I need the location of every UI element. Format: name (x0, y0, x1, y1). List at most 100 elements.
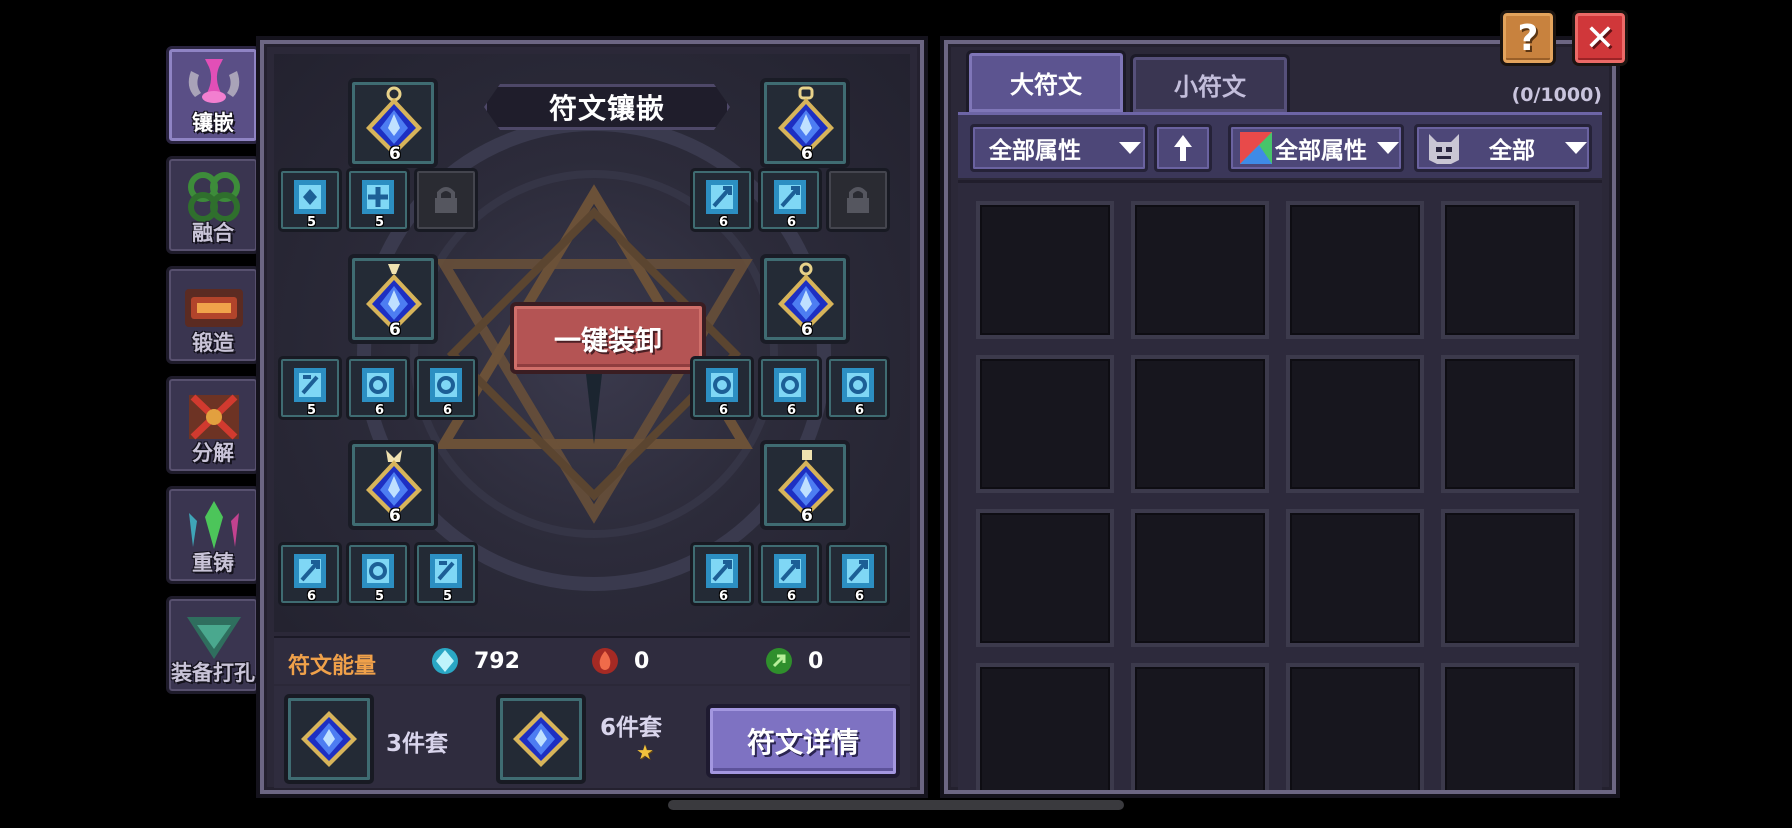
energy-blue: 792 (430, 646, 520, 676)
rune-level: 5 (307, 215, 317, 230)
small-rune-slot[interactable]: 6 (346, 356, 410, 420)
rune-level: 6 (719, 589, 729, 604)
inventory-cell[interactable] (1286, 201, 1424, 339)
inventory-cell[interactable] (1131, 201, 1269, 339)
sidebar-tab-decompose[interactable]: 分解 (166, 376, 260, 474)
set-6-rune-slot[interactable] (496, 694, 586, 784)
small-rune-slot[interactable]: 6 (690, 168, 754, 232)
tab-small-rune[interactable]: 小符文 (1130, 54, 1290, 112)
tab-big-rune[interactable]: 大符文 (966, 50, 1126, 112)
sidebar-tab-label: 分解 (192, 441, 234, 465)
rune-level: 5 (307, 403, 317, 418)
small-rune-slot[interactable]: 5 (346, 542, 410, 606)
small-rune-icon (706, 554, 738, 588)
rune-level: 6 (787, 403, 797, 418)
small-rune-slot[interactable]: 5 (278, 168, 342, 232)
element-filter-dropdown[interactable]: 全部属性 (1228, 124, 1404, 172)
inventory-cell[interactable] (1441, 663, 1579, 790)
inventory-cell[interactable] (1131, 663, 1269, 790)
sidebar-tab-label: 镶嵌 (192, 111, 234, 135)
inventory-cell[interactable] (1131, 355, 1269, 493)
big-rune-slot-right-2[interactable]: 6 (760, 254, 850, 344)
inventory-cell[interactable] (1131, 509, 1269, 647)
small-rune-slot[interactable]: 5 (414, 542, 478, 606)
chevron-down-icon (1565, 142, 1587, 154)
sidebar-tab-label: 装备打孔 (171, 661, 255, 685)
energy-red: 0 (590, 646, 649, 676)
rune-level: 6 (307, 589, 317, 604)
small-rune-icon (294, 368, 326, 402)
chevron-down-icon (1119, 142, 1141, 154)
rune-level: 6 (389, 144, 401, 164)
type-filter-dropdown[interactable]: 全部 (1414, 124, 1592, 172)
locked-rune-slot (826, 168, 890, 232)
one-click-unequip-button[interactable]: 一键装卸 (510, 302, 706, 374)
small-rune-icon (294, 180, 326, 214)
small-rune-icon (430, 368, 462, 402)
sidebar-tab-label: 融合 (192, 221, 234, 245)
big-rune-slot-right-3[interactable]: 6 (760, 440, 850, 530)
big-rune-slot-left-2[interactable]: 6 (348, 254, 438, 344)
small-rune-slot[interactable]: 6 (414, 356, 478, 420)
small-rune-slot[interactable]: 6 (690, 356, 754, 420)
inventory-cell[interactable] (976, 201, 1114, 339)
rune-set-bar: 3件套 6件套 ★ 符文详情 (274, 686, 910, 788)
sidebar-tab-fusion[interactable]: 融合 (166, 156, 260, 254)
rune-level: 6 (787, 589, 797, 604)
sidebar-tab-forge[interactable]: 锻造 (166, 266, 260, 364)
element-filter-value: 全部属性 (1275, 138, 1367, 164)
inventory-cell[interactable] (976, 509, 1114, 647)
rune-level: 6 (801, 144, 813, 164)
inventory-cell[interactable] (1441, 201, 1579, 339)
sidebar-tab-label: 重铸 (192, 551, 234, 575)
small-rune-icon (774, 180, 806, 214)
sidebar-tab-recast[interactable]: 重铸 (166, 486, 260, 584)
sidebar-tab-equip-punch[interactable]: 装备打孔 (166, 596, 260, 694)
set-3-rune-slot[interactable] (284, 694, 374, 784)
small-rune-slot[interactable]: 5 (278, 356, 342, 420)
small-rune-icon (294, 554, 326, 588)
blue-crystal-icon (432, 648, 458, 674)
rune-details-button[interactable]: 符文详情 (706, 704, 900, 778)
big-rune-slot-left-3[interactable]: 6 (348, 440, 438, 530)
close-button[interactable]: ✕ (1572, 10, 1628, 66)
sort-order-button[interactable] (1154, 124, 1212, 172)
big-rune-slot-left-1[interactable]: 6 (348, 78, 438, 168)
rune-level: 6 (801, 506, 813, 526)
inventory-cell[interactable] (1441, 355, 1579, 493)
sidebar-tab-inlay[interactable]: 镶嵌 (166, 46, 260, 144)
inventory-cell[interactable] (976, 663, 1114, 790)
small-rune-slot[interactable]: 6 (278, 542, 342, 606)
small-rune-icon (842, 368, 874, 402)
small-rune-slot[interactable]: 6 (826, 542, 890, 606)
big-rune-slot-right-1[interactable]: 6 (760, 78, 850, 168)
small-rune-slot[interactable]: 6 (826, 356, 890, 420)
set-6-label: 6件套 (600, 715, 663, 741)
type-filter-value: 全部 (1489, 138, 1535, 164)
small-rune-icon (774, 554, 806, 588)
rune-level: 6 (443, 403, 453, 418)
inventory-cell[interactable] (1286, 355, 1424, 493)
small-rune-slot[interactable]: 6 (758, 168, 822, 232)
star-icon: ★ (636, 740, 654, 764)
small-rune-icon (706, 180, 738, 214)
small-rune-slot[interactable]: 6 (758, 542, 822, 606)
rune-level: 6 (719, 215, 729, 230)
locked-rune-slot (414, 168, 478, 232)
inventory-cell[interactable] (1286, 509, 1424, 647)
page-title: 符文镶嵌 (484, 84, 730, 130)
inventory-cell[interactable] (976, 355, 1114, 493)
inventory-cell[interactable] (1441, 509, 1579, 647)
small-rune-icon (842, 554, 874, 588)
rune-level: 6 (855, 589, 865, 604)
small-rune-slot[interactable]: 6 (690, 542, 754, 606)
small-rune-slot[interactable]: 5 (346, 168, 410, 232)
help-button[interactable]: ? (1500, 10, 1556, 66)
rune-level: 6 (389, 320, 401, 340)
set-3-label: 3件套 (386, 731, 449, 757)
attribute-filter-dropdown[interactable]: 全部属性 (970, 124, 1148, 172)
inventory-cell[interactable] (1286, 663, 1424, 790)
small-rune-slot[interactable]: 6 (758, 356, 822, 420)
small-rune-icon (362, 368, 394, 402)
sidebar-tab-label: 锻造 (192, 331, 234, 355)
